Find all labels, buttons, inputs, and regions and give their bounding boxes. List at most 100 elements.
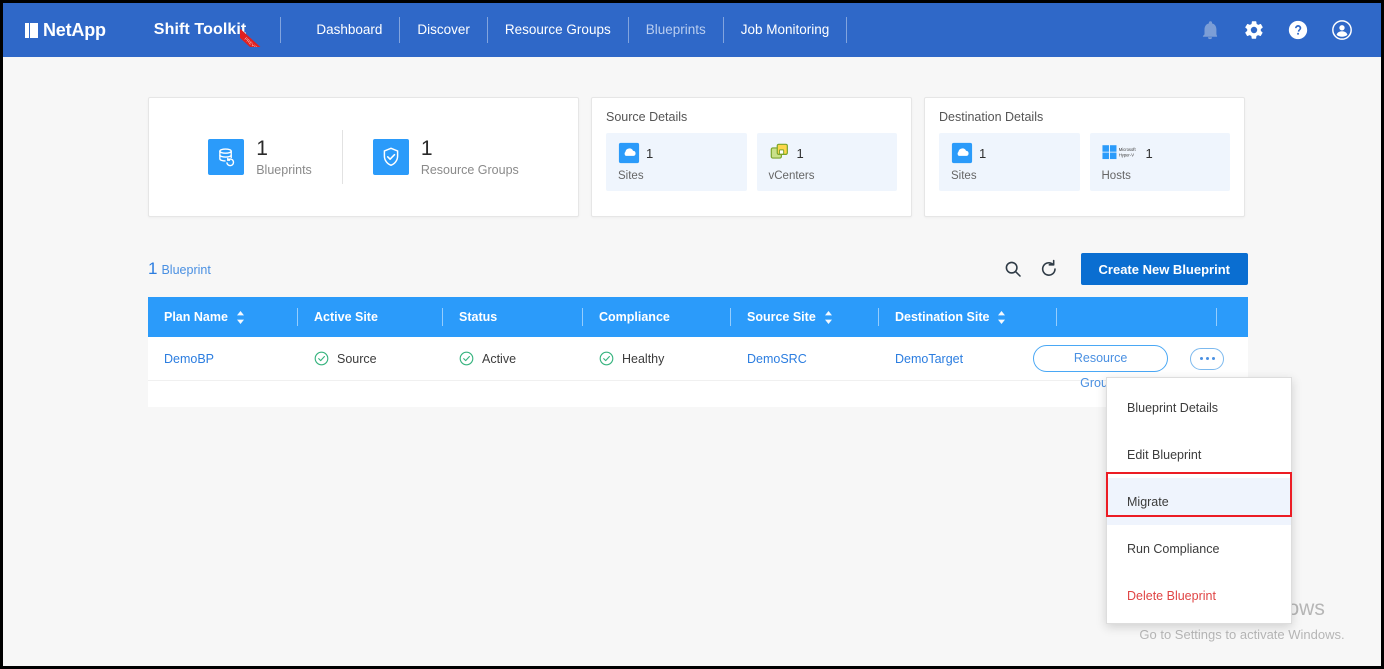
status-check-icon bbox=[599, 351, 614, 366]
blueprint-count-group: 1 Blueprint bbox=[148, 259, 211, 279]
column-header-status[interactable]: Status bbox=[443, 297, 583, 337]
tile-top: 1 bbox=[618, 142, 747, 164]
nav-separator bbox=[846, 17, 847, 43]
netapp-logo[interactable]: NetApp bbox=[25, 20, 106, 41]
nav-separator bbox=[280, 17, 281, 43]
shield-check-icon bbox=[373, 139, 409, 175]
notification-bell-icon[interactable] bbox=[1199, 19, 1221, 41]
tile-top: 1 bbox=[769, 142, 898, 164]
top-navigation-bar: NetApp Shift Toolkit PREVIEW Dashboard D… bbox=[3, 3, 1381, 57]
sort-icon[interactable] bbox=[824, 311, 833, 324]
dot bbox=[1200, 357, 1203, 360]
summary-cards-row: 1 Blueprints 1 bbox=[148, 97, 1248, 217]
source-vcenters-label: vCenters bbox=[769, 170, 898, 182]
destination-sites-tile[interactable]: 1 Sites bbox=[939, 133, 1080, 191]
destination-sites-count: 1 bbox=[979, 146, 986, 161]
source-sites-label: Sites bbox=[618, 170, 747, 182]
refresh-icon[interactable] bbox=[1039, 259, 1059, 279]
product-title: Shift Toolkit bbox=[154, 21, 247, 39]
nav-item-blueprints[interactable]: Blueprints bbox=[629, 3, 723, 57]
cell-actions: Resource Groups bbox=[1033, 337, 1224, 381]
column-header-active-site[interactable]: Active Site bbox=[298, 297, 443, 337]
blueprints-count: 1 bbox=[256, 138, 312, 159]
column-header-compliance[interactable]: Compliance bbox=[583, 297, 731, 337]
menu-item-edit-blueprint[interactable]: Edit Blueprint bbox=[1107, 431, 1291, 478]
create-new-blueprint-button[interactable]: Create New Blueprint bbox=[1081, 253, 1248, 285]
sort-icon[interactable] bbox=[997, 311, 1006, 324]
column-label: Destination Site bbox=[895, 310, 989, 324]
column-header-plan-name[interactable]: Plan Name bbox=[148, 297, 298, 337]
svg-text:Microsoft: Microsoft bbox=[1118, 147, 1136, 152]
watermark-subtitle: Go to Settings to activate Windows. bbox=[1118, 627, 1366, 642]
overview-card: 1 Blueprints 1 bbox=[148, 97, 579, 217]
blueprints-table: Plan Name Active Site Status bbox=[148, 297, 1248, 407]
resource-groups-count: 1 bbox=[421, 138, 519, 159]
blueprints-label: Blueprints bbox=[256, 163, 312, 177]
column-label: Compliance bbox=[599, 310, 670, 324]
tile-top: 1 bbox=[951, 142, 1080, 164]
menu-item-run-compliance[interactable]: Run Compliance bbox=[1107, 525, 1291, 572]
source-vcenters-count: 1 bbox=[797, 146, 804, 161]
source-details-tiles: 1 Sites bbox=[606, 133, 897, 191]
help-icon[interactable] bbox=[1287, 19, 1309, 41]
row-context-menu: Blueprint Details Edit Blueprint Migrate… bbox=[1106, 377, 1292, 624]
nav-item-discover[interactable]: Discover bbox=[400, 3, 487, 57]
sort-icon[interactable] bbox=[236, 311, 245, 324]
app-window: NetApp Shift Toolkit PREVIEW Dashboard D… bbox=[0, 0, 1384, 669]
settings-gear-icon[interactable] bbox=[1243, 19, 1265, 41]
source-vcenters-tile[interactable]: 1 vCenters bbox=[757, 133, 898, 191]
search-icon[interactable] bbox=[1003, 259, 1023, 279]
nav-item-dashboard[interactable]: Dashboard bbox=[299, 3, 399, 57]
column-label: Plan Name bbox=[164, 310, 228, 324]
menu-item-blueprint-details[interactable]: Blueprint Details bbox=[1107, 384, 1291, 431]
cell-destination-site[interactable]: DemoTarget bbox=[879, 337, 1033, 381]
cell-status-text: Active bbox=[482, 352, 516, 366]
cloud-site-icon bbox=[618, 142, 640, 164]
cell-source-site[interactable]: DemoSRC bbox=[731, 337, 879, 381]
destination-details-tiles: 1 Sites bbox=[939, 133, 1230, 191]
more-actions-icon[interactable] bbox=[1190, 348, 1224, 370]
nav-item-resource-groups[interactable]: Resource Groups bbox=[488, 3, 628, 57]
column-header-source-site[interactable]: Source Site bbox=[731, 297, 879, 337]
blueprint-toolbar: 1 Blueprint Create New Blueprint bbox=[148, 250, 1248, 288]
destination-hosts-tile[interactable]: Microsoft Hyper-V 1 Hosts bbox=[1090, 133, 1231, 191]
overview-item-resource-groups[interactable]: 1 Resource Groups bbox=[343, 138, 549, 177]
cloud-site-icon bbox=[951, 142, 973, 164]
dot bbox=[1212, 357, 1215, 360]
cell-status: Active bbox=[443, 337, 583, 381]
cell-plan-name[interactable]: DemoBP bbox=[148, 337, 298, 381]
status-check-icon bbox=[314, 351, 329, 366]
cell-active-site: Source bbox=[298, 337, 443, 381]
destination-sites-label: Sites bbox=[951, 170, 1080, 182]
dot bbox=[1206, 357, 1209, 360]
main-navigation: Dashboard Discover Resource Groups Bluep… bbox=[299, 3, 847, 57]
column-header-destination-site[interactable]: Destination Site bbox=[879, 297, 1057, 337]
table-row[interactable]: DemoBP Source Active bbox=[148, 337, 1248, 381]
blueprint-count-label: Blueprint bbox=[161, 263, 210, 277]
source-details-title: Source Details bbox=[606, 110, 897, 124]
destination-details-title: Destination Details bbox=[939, 110, 1230, 124]
brand-name: NetApp bbox=[43, 20, 106, 41]
status-check-icon bbox=[459, 351, 474, 366]
blueprint-database-icon bbox=[208, 139, 244, 175]
resource-groups-label: Resource Groups bbox=[421, 163, 519, 177]
destination-hosts-count: 1 bbox=[1146, 146, 1153, 161]
overview-item-blueprints[interactable]: 1 Blueprints bbox=[178, 138, 342, 177]
cell-compliance: Healthy bbox=[583, 337, 731, 381]
column-header-menu bbox=[1217, 297, 1248, 337]
blueprint-count: 1 bbox=[148, 259, 157, 278]
destination-hosts-label: Hosts bbox=[1102, 170, 1231, 182]
resource-groups-button[interactable]: Resource Groups bbox=[1033, 345, 1168, 372]
user-account-icon[interactable] bbox=[1331, 19, 1353, 41]
menu-item-delete-blueprint[interactable]: Delete Blueprint bbox=[1107, 572, 1291, 619]
column-label: Status bbox=[459, 310, 497, 324]
source-sites-tile[interactable]: 1 Sites bbox=[606, 133, 747, 191]
column-header-actions bbox=[1057, 297, 1217, 337]
source-sites-count: 1 bbox=[646, 146, 653, 161]
table-header-row: Plan Name Active Site Status bbox=[148, 297, 1248, 337]
nav-item-job-monitoring[interactable]: Job Monitoring bbox=[724, 3, 847, 57]
cell-active-site-text: Source bbox=[337, 352, 377, 366]
menu-item-migrate[interactable]: Migrate bbox=[1107, 478, 1291, 525]
product-title-group: Shift Toolkit PREVIEW bbox=[154, 21, 247, 39]
tile-top: Microsoft Hyper-V 1 bbox=[1102, 142, 1231, 164]
